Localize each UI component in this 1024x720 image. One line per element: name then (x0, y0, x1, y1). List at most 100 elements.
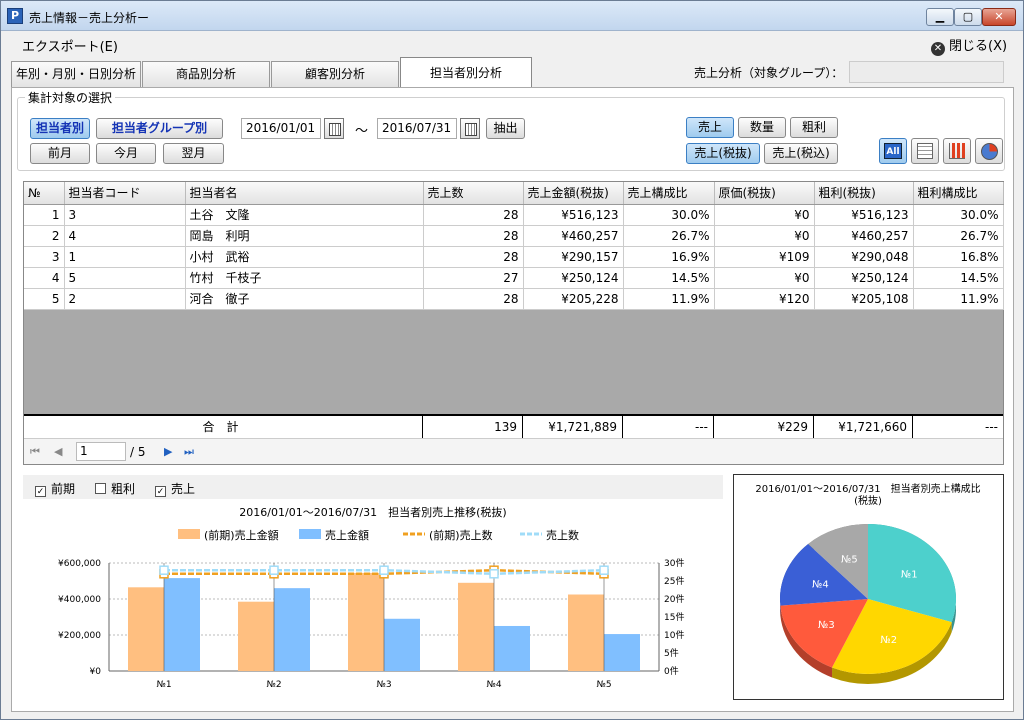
col-qty[interactable]: 売上数 (423, 182, 524, 205)
checkbox-prev-period[interactable]: ✓ 前期 (35, 480, 75, 497)
sales-trend-chart: 2016/01/01～2016/07/31 担当者別売上推移(税抜) (前期)売上… (58, 505, 684, 690)
table-row[interactable]: 1 3 土谷 文隆 28 ¥516,123 30.0% ¥0 ¥516,123 … (24, 204, 1004, 226)
x-tick-label: №2 (266, 680, 281, 690)
date-range-tilde: ～ (355, 124, 369, 139)
window-close-button[interactable]: ✕ (982, 8, 1016, 26)
col-profit-ratio[interactable]: 粗利構成比 (913, 182, 1004, 205)
checkbox-sales[interactable]: ✓ 売上 (155, 480, 195, 497)
cell-cost: ¥0 (714, 267, 815, 289)
col-cost[interactable]: 原価(税抜) (714, 182, 815, 205)
col-person-code[interactable]: 担当者コード (64, 182, 186, 205)
bar (348, 572, 384, 671)
col-profit[interactable]: 粗利(税抜) (814, 182, 914, 205)
tab-period-analysis[interactable]: 年別・月別・日別分析 (11, 61, 141, 87)
by-person-button[interactable]: 担当者別 (30, 118, 90, 139)
cell-no: 3 (24, 246, 65, 268)
grid-icon (917, 143, 933, 159)
y2-tick-label: 30件 (664, 557, 684, 569)
total-qty: 139 (423, 416, 523, 438)
table-row[interactable]: 4 5 竹村 千枝子 27 ¥250,124 14.5% ¥0 ¥250,124… (24, 267, 1004, 289)
view-bar-button[interactable] (943, 138, 971, 164)
bar (458, 582, 494, 671)
next-month-button[interactable]: 翌月 (163, 143, 224, 164)
cell-person-name: 岡島 利明 (185, 225, 424, 247)
calendar-from-icon[interactable] (324, 118, 344, 139)
cell-sales-ratio: 30.0% (623, 204, 715, 226)
legend-label: (前期)売上数 (429, 528, 493, 542)
tab-customer-analysis[interactable]: 顧客別分析 (271, 61, 399, 87)
col-sales[interactable]: 売上金額(税抜) (523, 182, 624, 205)
view-pie-button[interactable] (975, 138, 1003, 164)
line-point (379, 565, 389, 575)
first-page-icon[interactable]: ⏮ (30, 445, 40, 459)
cell-profit-ratio: 30.0% (913, 204, 1004, 226)
x-tick-label: №3 (376, 680, 391, 690)
pie-title: 2016/01/01～2016/07/31 担当者別売上構成比 (755, 482, 980, 495)
window-title: 売上情報－売上分析ー (29, 11, 150, 25)
y-tick-label: ¥0 (90, 667, 102, 677)
view-all-button[interactable]: All (879, 138, 907, 164)
checkbox-checked-icon: ✓ (155, 486, 166, 497)
y-tick-label: ¥600,000 (58, 559, 101, 569)
next-page-icon[interactable]: ▶ (164, 445, 172, 458)
y-tick-label: ¥400,000 (58, 595, 101, 605)
page-input[interactable]: 1 (76, 442, 126, 461)
cell-profit: ¥516,123 (814, 204, 914, 226)
sales-share-pie-chart: 2016/01/01～2016/07/31 担当者別売上構成比(税抜) №1 №2 №… (755, 482, 981, 684)
metric-profit-button[interactable]: 粗利 (790, 117, 838, 138)
table-row[interactable]: 2 4 岡島 利明 28 ¥460,257 26.7% ¥0 ¥460,257 … (24, 225, 1004, 247)
calendar-to-icon[interactable] (460, 118, 480, 139)
table-row[interactable]: 5 2 河合 徹子 28 ¥205,228 11.9% ¥120 ¥205,10… (24, 288, 1004, 310)
metric-sales-button[interactable]: 売上 (686, 117, 734, 138)
cell-sales: ¥205,228 (523, 288, 624, 310)
minimize-button[interactable]: ▁ (926, 8, 954, 26)
prev-page-icon[interactable]: ◀ (54, 445, 62, 458)
cell-person-code: 3 (64, 204, 186, 226)
checkbox-profit[interactable]: 粗利 (95, 480, 135, 497)
menu-export[interactable]: エクスポート(E) (22, 36, 118, 55)
cell-person-code: 4 (64, 225, 186, 247)
tax-excl-button[interactable]: 売上(税抜) (686, 143, 760, 164)
metric-qty-button[interactable]: 数量 (738, 117, 786, 138)
prev-month-button[interactable]: 前月 (30, 143, 90, 164)
by-group-button[interactable]: 担当者グループ別 (96, 118, 223, 139)
close-button[interactable]: ✕ 閉じる(X) (931, 35, 1007, 56)
bar (164, 578, 200, 671)
page-total: / 5 (130, 445, 146, 459)
cell-sales: ¥290,157 (523, 246, 624, 268)
date-to-input[interactable]: 2016/07/31 (377, 118, 457, 139)
tab-product-analysis[interactable]: 商品別分析 (142, 61, 270, 87)
legend-label: 売上数 (546, 529, 579, 542)
table-header-row: № 担当者コード 担当者名 売上数 売上金額(税抜) 売上構成比 原価(税抜) … (24, 182, 1004, 205)
legend-swatch (299, 529, 321, 539)
cell-profit-ratio: 26.7% (913, 225, 1004, 247)
total-profit: ¥1,721,660 (814, 416, 913, 438)
maximize-button[interactable]: ▢ (954, 8, 982, 26)
y2-tick-label: 20件 (664, 593, 684, 605)
cell-sales-ratio: 26.7% (623, 225, 715, 247)
legend-label: 売上金額 (325, 528, 369, 542)
col-no[interactable]: № (24, 182, 65, 205)
cell-person-name: 竹村 千枝子 (185, 267, 424, 289)
bar-chart-icon (949, 143, 965, 159)
line-point (269, 565, 279, 575)
col-sales-ratio[interactable]: 売上構成比 (623, 182, 715, 205)
total-label: 合 計 (24, 416, 423, 438)
extract-button[interactable]: 抽出 (486, 118, 525, 139)
col-person-name[interactable]: 担当者名 (185, 182, 424, 205)
last-page-icon[interactable]: ⏭ (184, 445, 194, 459)
date-from-input[interactable]: 2016/01/01 (241, 118, 321, 139)
tab-person-analysis[interactable]: 担当者別分析 (400, 57, 532, 88)
group-field[interactable] (849, 61, 1004, 83)
cell-qty: 28 (423, 204, 524, 226)
x-tick-label: №5 (596, 680, 611, 690)
checkbox-label: 売上 (171, 482, 196, 496)
this-month-button[interactable]: 今月 (96, 143, 156, 164)
view-table-button[interactable] (911, 138, 939, 164)
cell-cost: ¥109 (714, 246, 815, 268)
tax-incl-button[interactable]: 売上(税込) (764, 143, 838, 164)
chart-options-bar: ✓ 前期 粗利 ✓ 売上 (23, 475, 723, 499)
table-row[interactable]: 3 1 小村 武裕 28 ¥290,157 16.9% ¥109 ¥290,04… (24, 246, 1004, 268)
cell-no: 4 (24, 267, 65, 289)
cell-profit: ¥460,257 (814, 225, 914, 247)
